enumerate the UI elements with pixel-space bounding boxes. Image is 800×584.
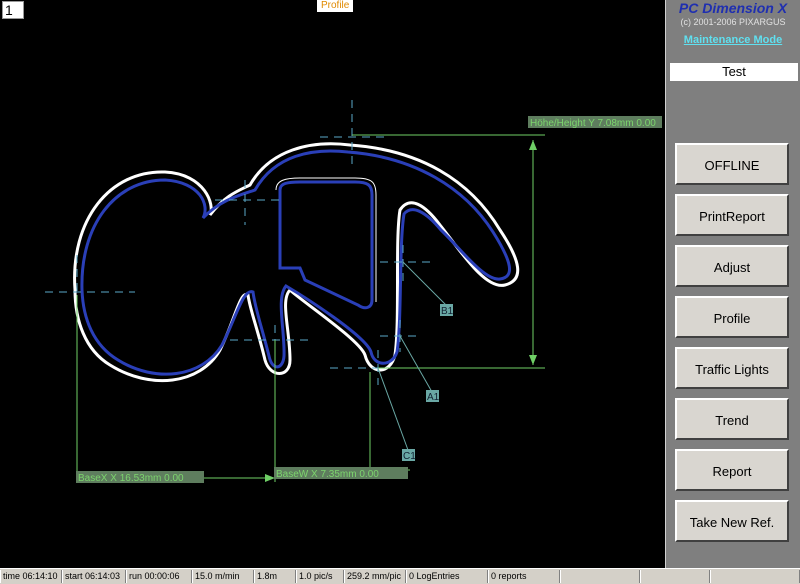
status-run: run 00:00:06 bbox=[126, 570, 192, 583]
status-empty-3 bbox=[710, 570, 800, 583]
profile-button[interactable]: Profile bbox=[675, 296, 789, 338]
print-report-button[interactable]: PrintReport bbox=[675, 194, 789, 236]
status-pic-rate: 1.0 pic/s bbox=[296, 570, 344, 583]
status-mm-per-pic: 259.2 mm/pic bbox=[344, 570, 406, 583]
base-w-label: BaseW X 7.35mm 0.00 bbox=[276, 469, 379, 480]
status-time: time 06:14:10 bbox=[0, 570, 62, 583]
mode-display: Test bbox=[670, 63, 798, 81]
profile-canvas: Höhe/Height Y 7.08mm 0.00 BaseX X 16.53m… bbox=[45, 100, 662, 484]
copyright-text: (c) 2001-2006 PIXARGUS bbox=[680, 17, 786, 27]
trend-button[interactable]: Trend bbox=[675, 398, 789, 440]
marker-a1: A1 bbox=[427, 392, 440, 403]
view-title: Profile bbox=[317, 0, 354, 12]
offline-button[interactable]: OFFLINE bbox=[675, 143, 789, 185]
adjust-button[interactable]: Adjust bbox=[675, 245, 789, 287]
take-new-ref-button[interactable]: Take New Ref. bbox=[675, 500, 789, 542]
height-label: Höhe/Height Y 7.08mm 0.00 bbox=[530, 118, 656, 129]
traffic-lights-button[interactable]: Traffic Lights bbox=[675, 347, 789, 389]
status-speed: 15.0 m/min bbox=[192, 570, 254, 583]
view-number: 1 bbox=[2, 1, 24, 19]
reference-profile bbox=[80, 149, 512, 376]
measured-contour bbox=[73, 142, 520, 383]
inner-chamber bbox=[278, 180, 374, 310]
sidebar: PC Dimension X (c) 2001-2006 PIXARGUS Ma… bbox=[666, 0, 800, 568]
marker-c1: C1 bbox=[403, 451, 416, 462]
inner-chamber-outline bbox=[275, 177, 377, 302]
app-title: PC Dimension X bbox=[678, 0, 788, 16]
base-x-label: BaseX X 16.53mm 0.00 bbox=[78, 473, 184, 484]
status-empty-2 bbox=[640, 570, 710, 583]
status-bar: time 06:14:10 start 06:14:03 run 00:00:0… bbox=[0, 568, 800, 584]
status-start: start 06:14:03 bbox=[62, 570, 126, 583]
status-log-entries: 0 LogEntries bbox=[406, 570, 488, 583]
status-empty-1 bbox=[560, 570, 640, 583]
profile-viewport[interactable]: Höhe/Height Y 7.08mm 0.00 BaseX X 16.53m… bbox=[0, 0, 666, 568]
status-reports: 0 reports bbox=[488, 570, 560, 583]
report-button[interactable]: Report bbox=[675, 449, 789, 491]
maintenance-mode-link[interactable]: Maintenance Mode bbox=[666, 34, 800, 46]
status-length: 1.8m bbox=[254, 570, 296, 583]
marker-leaders bbox=[377, 261, 447, 451]
marker-b1: B1 bbox=[441, 306, 454, 317]
